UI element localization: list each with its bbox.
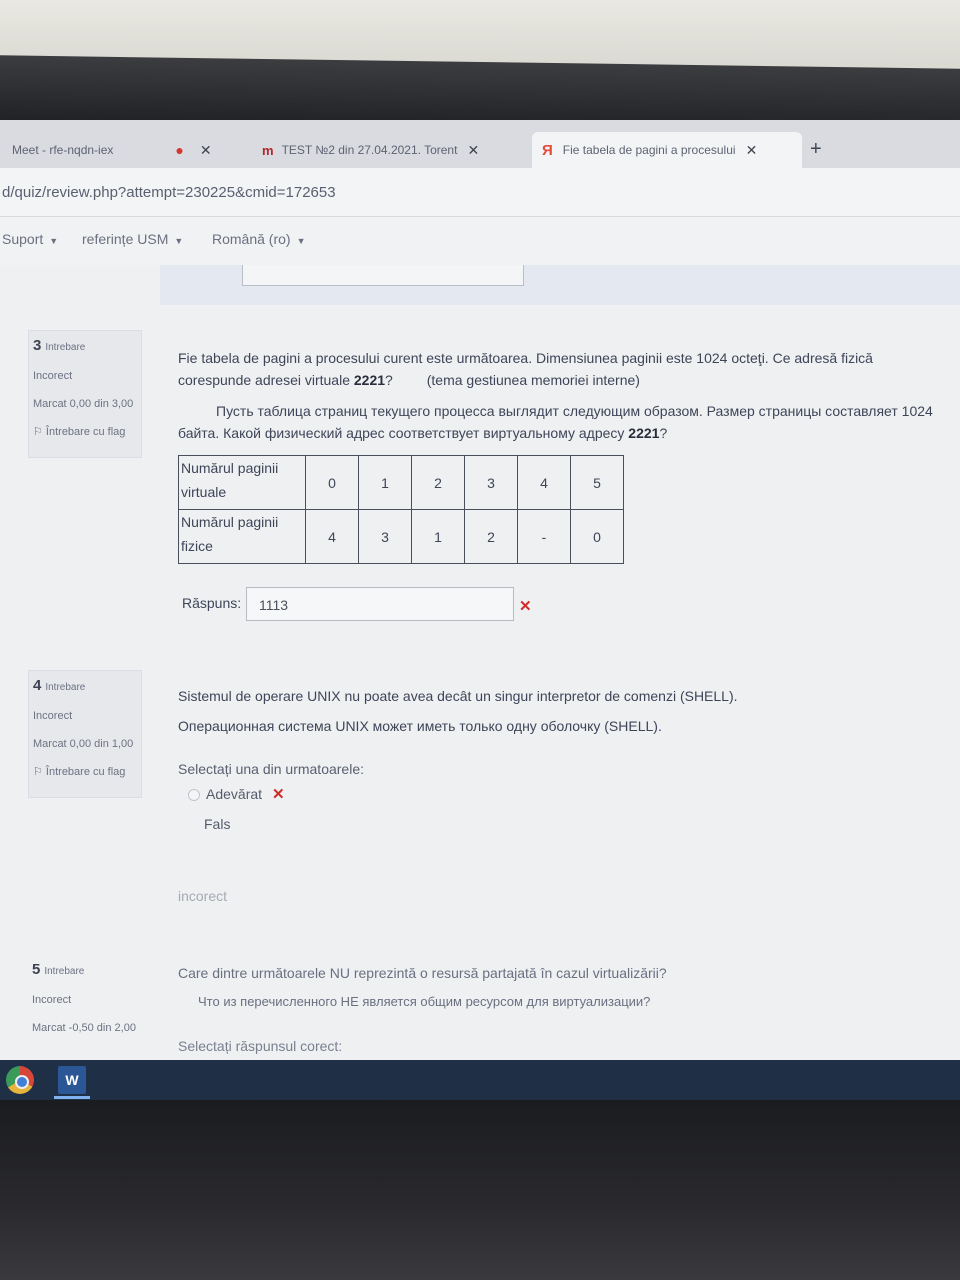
site-navigation: Suport ▼ referințe USM ▼ Română (ro) ▼ bbox=[0, 217, 960, 265]
caret-down-icon: ▼ bbox=[174, 236, 184, 246]
table-cell: 0 bbox=[570, 509, 624, 564]
flag-question-link[interactable]: ⚐ Întrebare cu flag bbox=[33, 423, 137, 441]
tab-meet[interactable]: Meet - rfe-nqdn-iex ● ✕ bbox=[0, 132, 250, 168]
close-tab-icon[interactable]: ✕ bbox=[746, 142, 758, 159]
question-status: Incorect bbox=[33, 710, 73, 722]
question-number: 5 bbox=[32, 961, 41, 978]
question-mark-suffix: ? bbox=[659, 425, 668, 441]
url-text[interactable]: d/quiz/review.php?attempt=230225&cmid=17… bbox=[2, 184, 336, 201]
active-app-indicator bbox=[54, 1096, 90, 1099]
question-status: Incorect bbox=[33, 370, 73, 382]
question-4-prompt: Selectați una din urmatoarele: bbox=[178, 761, 364, 777]
address-bar[interactable]: d/quiz/review.php?attempt=230225&cmid=17… bbox=[0, 168, 960, 217]
chrome-icon[interactable] bbox=[6, 1066, 34, 1094]
nav-referinte-usm[interactable]: referințe USM ▼ bbox=[82, 231, 183, 247]
flag-icon: ⚐ bbox=[33, 766, 46, 778]
flag-label: Întrebare cu flag bbox=[45, 426, 126, 438]
question-info-4: 4 Intrebare Incorect Marcat 0,00 din 1,00… bbox=[28, 670, 142, 798]
table-row: Numărul paginii fizice 4 3 1 2 - 0 bbox=[178, 509, 624, 564]
question-label: Intrebare bbox=[45, 682, 86, 693]
page-table: Numărul paginii virtuale 0 1 2 3 4 5 Num… bbox=[178, 455, 624, 564]
answer-input[interactable]: 1113 bbox=[246, 587, 514, 621]
question-status: Incorect bbox=[32, 994, 72, 1006]
nav-label: Română (ro) bbox=[212, 231, 291, 247]
quiz-review-content: 3 Intrebare Incorect Marcat 0,00 din 3,00… bbox=[0, 265, 960, 1100]
option-label: Fals bbox=[204, 816, 231, 832]
question-number: 4 bbox=[33, 677, 42, 694]
row-header: Numărul paginii virtuale bbox=[178, 455, 306, 510]
flag-question-link[interactable]: ⚐ Întrebare cu flag bbox=[33, 763, 137, 781]
table-row: Numărul paginii virtuale 0 1 2 3 4 5 bbox=[178, 455, 624, 510]
question-mark: Marcat 0,00 din 1,00 bbox=[33, 738, 134, 750]
question-5-text-ro: Care dintre următoarele NU reprezintă o … bbox=[178, 965, 667, 981]
nav-label: referințe USM bbox=[82, 231, 169, 247]
question-3-text-ru: Пусть таблица страниц текущего процесса … bbox=[178, 400, 938, 444]
close-tab-icon[interactable]: ✕ bbox=[467, 142, 479, 159]
table-cell: 0 bbox=[305, 455, 359, 510]
question-mark: Marcat 0,00 din 3,00 bbox=[33, 398, 134, 410]
caret-down-icon: ▼ bbox=[49, 236, 59, 246]
question-4-feedback: incorect bbox=[178, 888, 228, 904]
incorrect-x-icon: ✕ bbox=[519, 598, 532, 615]
question-4-text-ru: Операционная система UNIX может иметь то… bbox=[178, 718, 662, 734]
new-tab-button[interactable]: + bbox=[810, 138, 822, 161]
question-label: Intrebare bbox=[45, 342, 86, 353]
option-fals[interactable]: Fals bbox=[204, 816, 230, 832]
tab-test[interactable]: m TEST №2 din 27.04.2021. Torent ✕ bbox=[262, 132, 524, 168]
screen: Meet - rfe-nqdn-iex ● ✕ m TEST №2 din 27… bbox=[0, 120, 960, 1100]
question-4-text-ro: Sistemul de operare UNIX nu poate avea d… bbox=[178, 688, 738, 704]
close-tab-icon[interactable]: ✕ bbox=[200, 142, 212, 159]
question-mark: Marcat -0,50 din 2,00 bbox=[32, 1022, 136, 1034]
question-5-text-ru: Что из перечисленного НЕ является общим … bbox=[198, 994, 651, 1009]
nav-language[interactable]: Română (ro) ▼ bbox=[212, 231, 306, 247]
question-5-prompt: Selectați răspunsul corect: bbox=[178, 1038, 343, 1054]
virtual-address-value: 2221 bbox=[628, 425, 660, 441]
table-cell: 2 bbox=[464, 509, 518, 564]
monitor-bezel-bottom bbox=[0, 1100, 960, 1280]
tab-label: Fie tabela de pagini a procesului bbox=[562, 143, 736, 157]
recording-dot-icon: ● bbox=[175, 142, 184, 158]
tab-bar: Meet - rfe-nqdn-iex ● ✕ m TEST №2 din 27… bbox=[0, 120, 960, 168]
yandex-favicon-icon: Я bbox=[542, 141, 553, 159]
row-header: Numărul paginii fizice bbox=[178, 509, 306, 564]
table-cell: 1 bbox=[411, 509, 465, 564]
question-mark-suffix: ? bbox=[385, 372, 393, 388]
windows-taskbar: W bbox=[0, 1060, 960, 1100]
question-label: Intrebare bbox=[44, 966, 85, 977]
table-cell: 5 bbox=[570, 455, 624, 510]
question-info-5: 5 Intrebare Incorect Marcat -0,50 din 2,0… bbox=[28, 955, 140, 1053]
word-icon[interactable]: W bbox=[58, 1066, 86, 1094]
option-adevarat[interactable]: Adevărat ✕ bbox=[188, 785, 285, 803]
incorrect-x-icon: ✕ bbox=[271, 786, 285, 803]
radio-button[interactable] bbox=[188, 789, 200, 802]
question-3-text-ro: Fie tabela de pagini a procesului curent… bbox=[178, 347, 928, 391]
table-cell: 4 bbox=[517, 455, 571, 510]
site-favicon-icon: m bbox=[262, 142, 274, 158]
answer-label: Răspuns: bbox=[182, 595, 242, 611]
table-cell: 3 bbox=[358, 509, 412, 564]
question-text: Пусть таблица страниц текущего процесса … bbox=[178, 403, 933, 441]
table-cell: 4 bbox=[305, 509, 359, 564]
tab-active-question[interactable]: Я Fie tabela de pagini a procesului ✕ bbox=[532, 132, 802, 168]
table-cell: 3 bbox=[464, 455, 518, 510]
option-label: Adevărat bbox=[206, 786, 263, 802]
question-info-3: 3 Intrebare Incorect Marcat 0,00 din 3,00… bbox=[28, 330, 142, 458]
tab-label: Meet - rfe-nqdn-iex bbox=[12, 143, 114, 157]
previous-answer-field bbox=[242, 265, 524, 286]
question-number: 3 bbox=[33, 337, 42, 354]
caret-down-icon: ▼ bbox=[296, 236, 306, 246]
nav-suport[interactable]: Suport ▼ bbox=[2, 231, 58, 247]
nav-label: Suport bbox=[2, 231, 44, 247]
table-cell: 2 bbox=[411, 455, 465, 510]
table-cell: 1 bbox=[358, 455, 412, 510]
table-cell: - bbox=[517, 509, 571, 564]
flag-label: Întrebare cu flag bbox=[45, 766, 126, 778]
question-topic: (tema gestiunea memoriei interne) bbox=[426, 372, 640, 388]
tab-label: TEST №2 din 27.04.2021. Torent bbox=[281, 143, 458, 157]
flag-icon: ⚐ bbox=[33, 426, 46, 438]
virtual-address-value: 2221 bbox=[353, 372, 386, 388]
